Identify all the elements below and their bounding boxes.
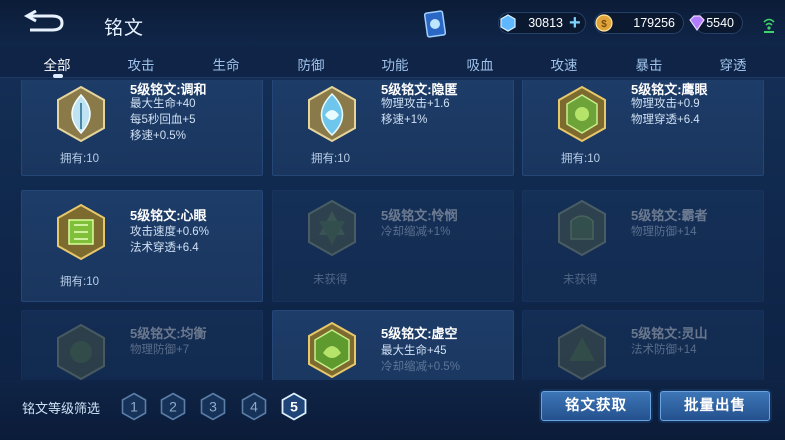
inscription-name: 5级铭文:心眼 xyxy=(130,208,207,223)
level-filter-2-label: 2 xyxy=(169,399,177,415)
gem-icon xyxy=(689,15,705,32)
inscription-card-locked[interactable]: 5级铭文:霸者 物理防御+14 未获得 xyxy=(522,190,764,302)
inscription-card[interactable]: 5级铭文:虚空 最大生命+45 冷却缩减+0.5% xyxy=(272,310,514,380)
inscription-stat: 物理穿透+6.4 xyxy=(631,114,700,126)
gem-counter: 5540 xyxy=(689,12,743,34)
green-inscription-icon xyxy=(558,323,606,380)
inscription-name: 5级铭文:虚空 xyxy=(381,326,458,341)
inscription-stat: 移速+1% xyxy=(381,114,428,126)
inscription-stat: 最大生命+40 xyxy=(130,98,196,110)
inscription-stat: 物理防御+14 xyxy=(631,226,697,238)
category-tabs: 全部 攻击 生命 防御 功能 吸血 攻速 暴击 穿透 xyxy=(0,46,785,78)
back-arrow-icon[interactable] xyxy=(22,10,66,34)
add-diamond-button[interactable]: + xyxy=(569,13,581,33)
inscription-stat: 物理攻击+1.6 xyxy=(381,98,450,110)
inscription-card[interactable]: 5级铭文:心眼 攻击速度+0.6% 法术穿透+6.4 拥有:10 xyxy=(21,190,263,302)
level-filter-4-label: 4 xyxy=(250,399,258,415)
not-obtained-label: 未获得 xyxy=(563,274,598,286)
inscription-stat: 每5秒回血+5 xyxy=(130,114,196,126)
inscription-stat: 攻击速度+0.6% xyxy=(130,226,209,238)
inscription-card[interactable]: 5级铭文:隐匿 物理攻击+1.6 移速+1% 拥有:10 xyxy=(272,80,514,176)
inscription-name: 5级铭文:霸者 xyxy=(631,208,708,223)
obtain-inscription-button[interactable]: 铭文获取 xyxy=(541,391,651,421)
inscription-name: 5级铭文:怜悯 xyxy=(381,208,458,223)
svg-text:$: $ xyxy=(601,19,607,30)
green-inscription-icon xyxy=(558,85,606,143)
page-title: 铭文 xyxy=(104,18,145,39)
inscription-card-icon[interactable] xyxy=(424,10,446,38)
inscription-stat: 法术穿透+6.4 xyxy=(130,242,199,254)
blue-inscription-icon xyxy=(308,85,356,143)
level-filter-label: 铭文等级筛选 xyxy=(22,401,101,416)
inscription-stat: 物理攻击+0.9 xyxy=(631,98,700,110)
level-filter-5-label: 5 xyxy=(290,399,298,415)
inscription-card-locked[interactable]: 5级铭文:灵山 法术防御+14 xyxy=(522,310,764,380)
green-inscription-icon xyxy=(308,199,356,257)
inscription-stat: 冷却缩减+0.5% xyxy=(381,361,460,373)
tab-attack-speed[interactable]: 攻速 xyxy=(534,54,594,74)
inscription-card-locked[interactable]: 5级铭文:怜悯 冷却缩减+1% 未获得 xyxy=(272,190,514,302)
level-filter-3-label: 3 xyxy=(209,399,217,415)
level-filter-5-selected[interactable]: 5 xyxy=(281,392,307,421)
green-inscription-icon xyxy=(308,321,356,379)
tab-critical[interactable]: 暴击 xyxy=(619,54,679,74)
inscription-name: 5级铭文:灵山 xyxy=(631,326,708,341)
batch-sell-button[interactable]: 批量出售 xyxy=(660,391,770,421)
inscription-card-locked[interactable]: 5级铭文:均衡 物理防御+7 xyxy=(21,310,263,380)
inscription-stat: 移速+0.5% xyxy=(130,130,186,142)
gold-counter: $ 179256 xyxy=(594,12,684,34)
green-inscription-icon xyxy=(558,199,606,257)
inscription-card[interactable]: 5级铭文:鹰眼 物理攻击+0.9 物理穿透+6.4 拥有:10 xyxy=(522,80,764,176)
level-filter-2[interactable]: 2 xyxy=(160,392,186,421)
inscription-stat: 物理防御+7 xyxy=(130,344,190,356)
diamond-icon xyxy=(500,14,516,32)
tab-attack[interactable]: 攻击 xyxy=(111,54,171,74)
tab-penetration[interactable]: 穿透 xyxy=(703,54,763,74)
blue-inscription-icon xyxy=(57,85,105,143)
level-filter-4[interactable]: 4 xyxy=(241,392,267,421)
inscription-grid: 5级铭文:调和 最大生命+40 每5秒回血+5 移速+0.5% 拥有:10 5级… xyxy=(0,80,785,380)
level-filter-1-label: 1 xyxy=(130,399,138,415)
owned-count: 拥有:10 xyxy=(60,153,99,165)
inscription-name: 5级铭文:均衡 xyxy=(130,326,207,341)
tab-all[interactable]: 全部 xyxy=(27,54,87,74)
active-tab-indicator xyxy=(53,74,63,78)
green-inscription-icon xyxy=(57,203,105,261)
not-obtained-label: 未获得 xyxy=(313,274,348,286)
gold-coin-icon: $ xyxy=(595,14,613,32)
owned-count: 拥有:10 xyxy=(60,276,99,288)
tab-lifesteal[interactable]: 吸血 xyxy=(450,54,510,74)
gold-value: 179256 xyxy=(633,16,675,30)
inscription-stat: 最大生命+45 xyxy=(381,345,447,357)
level-filter-1[interactable]: 1 xyxy=(121,392,147,421)
level-filter-3[interactable]: 3 xyxy=(200,392,226,421)
tab-function[interactable]: 功能 xyxy=(365,54,425,74)
wifi-signal-icon xyxy=(763,18,775,33)
inscription-stat: 法术防御+14 xyxy=(631,344,697,356)
tab-defense[interactable]: 防御 xyxy=(281,54,341,74)
owned-count: 拥有:10 xyxy=(561,153,600,165)
inscription-card[interactable]: 5级铭文:调和 最大生命+40 每5秒回血+5 移速+0.5% 拥有:10 xyxy=(21,80,263,176)
inscription-stat: 冷却缩减+1% xyxy=(381,226,451,238)
owned-count: 拥有:10 xyxy=(311,153,350,165)
green-inscription-icon xyxy=(57,323,105,380)
tab-health[interactable]: 生命 xyxy=(196,54,256,74)
